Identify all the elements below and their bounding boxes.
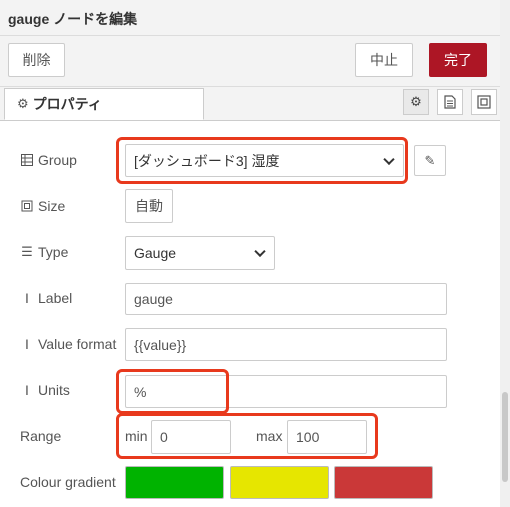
group-label-text: Group: [38, 152, 77, 168]
type-select[interactable]: Gauge: [125, 236, 275, 270]
value-format-label-text: Value format: [38, 336, 117, 352]
type-row-label: ☰ Type: [20, 244, 68, 260]
frame-icon: [477, 95, 491, 109]
range-label-text: Range: [20, 428, 62, 444]
value-format-input[interactable]: {{value}}: [125, 328, 447, 361]
tab-properties[interactable]: ⚙ プロパティ: [4, 88, 204, 120]
highlight-box-group: [116, 137, 408, 184]
gear-icon: ⚙: [17, 96, 29, 111]
size-row-label: Size: [20, 198, 65, 214]
text-cursor-icon: I: [25, 336, 29, 352]
pencil-icon: ✎: [424, 152, 436, 168]
document-icon: [444, 95, 456, 109]
dialog-toolbar: 削除 中止 完了: [0, 36, 500, 87]
delete-button[interactable]: 削除: [8, 43, 65, 77]
cancel-button[interactable]: 中止: [355, 43, 413, 77]
color-swatch-1[interactable]: [125, 466, 224, 499]
type-label-text: Type: [38, 244, 69, 260]
label-input[interactable]: gauge: [125, 283, 447, 315]
range-row-label: Range: [20, 428, 61, 444]
label-label-text: Label: [38, 290, 73, 306]
highlight-box-units: [116, 369, 229, 414]
value-format-input-value: {{value}}: [134, 336, 187, 353]
description-tab-icon[interactable]: [437, 89, 463, 115]
edit-group-button[interactable]: ✎: [414, 145, 446, 176]
text-cursor-icon: I: [25, 382, 29, 398]
group-row-label: Group: [20, 152, 77, 168]
colour-gradient-label-text: Colour gradient: [20, 474, 116, 490]
value-format-row-label: I Value format: [20, 336, 116, 352]
scrollbar[interactable]: [500, 0, 510, 507]
label-input-value: gauge: [134, 291, 173, 307]
tab-properties-label: プロパティ: [32, 96, 102, 112]
size-button[interactable]: 自動: [125, 189, 173, 223]
color-swatch-2[interactable]: [230, 466, 329, 499]
list-icon: ☰: [21, 244, 33, 259]
colour-gradient-row-label: Colour gradient: [20, 474, 116, 490]
done-button[interactable]: 完了: [429, 43, 487, 77]
units-label-text: Units: [38, 382, 70, 398]
units-row-label: I Units: [20, 382, 70, 398]
resize-icon: [20, 200, 34, 212]
text-cursor-icon: I: [25, 290, 29, 306]
table-icon: [20, 154, 34, 166]
appearance-tab-icon[interactable]: [471, 89, 497, 115]
highlight-box-range: [116, 413, 378, 459]
scrollbar-thumb[interactable]: [502, 392, 508, 482]
dialog-title: gauge ノードを編集: [8, 11, 138, 27]
label-row-label: I Label: [20, 290, 72, 306]
size-label-text: Size: [38, 198, 66, 214]
color-swatch-3[interactable]: [334, 466, 433, 499]
dialog-header: gauge ノードを編集: [0, 0, 500, 36]
type-select-value: Gauge: [134, 245, 177, 261]
gear-icon: ⚙: [410, 94, 422, 109]
settings-tab-icon[interactable]: ⚙: [403, 89, 429, 115]
